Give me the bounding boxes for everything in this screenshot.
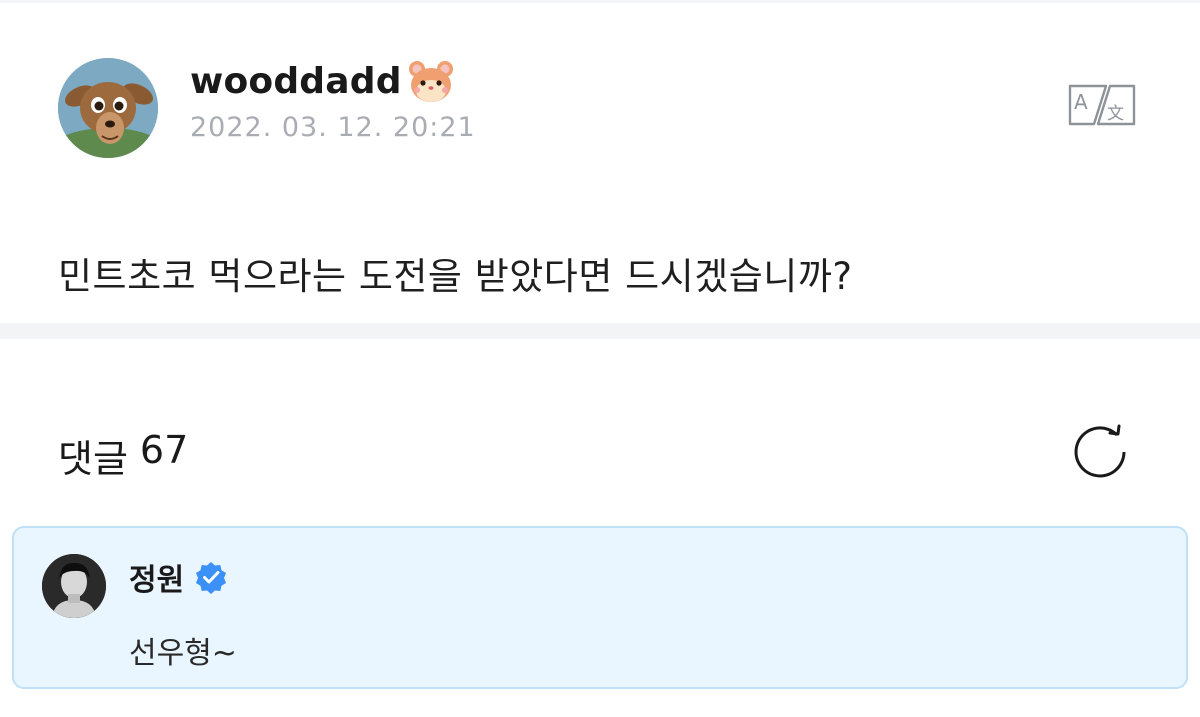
fawn-avatar-icon	[58, 58, 158, 158]
post-page: wooddadd 2022. 03. 12. 20:21 A 文 민트초코 먹으…	[0, 0, 1200, 717]
post-body: 민트초코 먹으라는 도전을 받았다면 드시겠습니까?	[58, 255, 853, 298]
comments-header: 댓글 67	[58, 428, 188, 483]
author-avatar[interactable]	[58, 58, 158, 158]
comment-text: 선우형~	[129, 636, 237, 671]
comment-avatar[interactable]	[42, 554, 106, 618]
verified-badge-icon	[196, 562, 227, 594]
section-divider	[0, 323, 1200, 339]
comment-item[interactable]: 정원 선우형~	[12, 526, 1188, 689]
comment-author[interactable]: 정원	[129, 555, 228, 599]
hamster-face-icon	[408, 61, 453, 102]
refresh-icon	[1074, 424, 1126, 478]
author-name[interactable]: wooddadd	[190, 61, 402, 102]
post-author[interactable]: wooddadd	[190, 56, 456, 106]
top-divider	[0, 0, 1200, 3]
comments-label: 댓글	[58, 437, 128, 481]
post-date: 2022. 03. 12. 20:21	[190, 112, 476, 143]
translate-button[interactable]: A 文	[1066, 82, 1138, 128]
comment-author-name[interactable]: 정원	[129, 555, 184, 599]
person-avatar-icon	[42, 554, 106, 618]
svg-text:A: A	[1074, 90, 1088, 114]
comments-count: 67	[139, 428, 189, 472]
translate-icon: A 文	[1068, 84, 1136, 126]
refresh-button[interactable]	[1070, 422, 1134, 482]
svg-text:文: 文	[1107, 104, 1124, 124]
